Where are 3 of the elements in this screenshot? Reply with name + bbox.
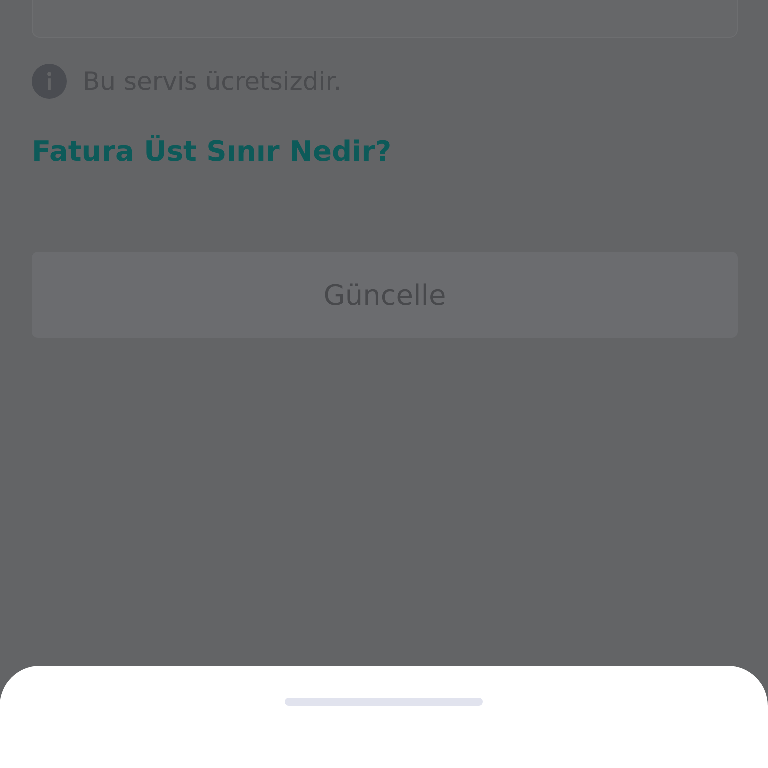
help-link[interactable]: Fatura Üst Sınır Nedir?	[32, 135, 392, 168]
info-icon	[32, 64, 67, 99]
drag-handle[interactable]	[285, 698, 483, 706]
